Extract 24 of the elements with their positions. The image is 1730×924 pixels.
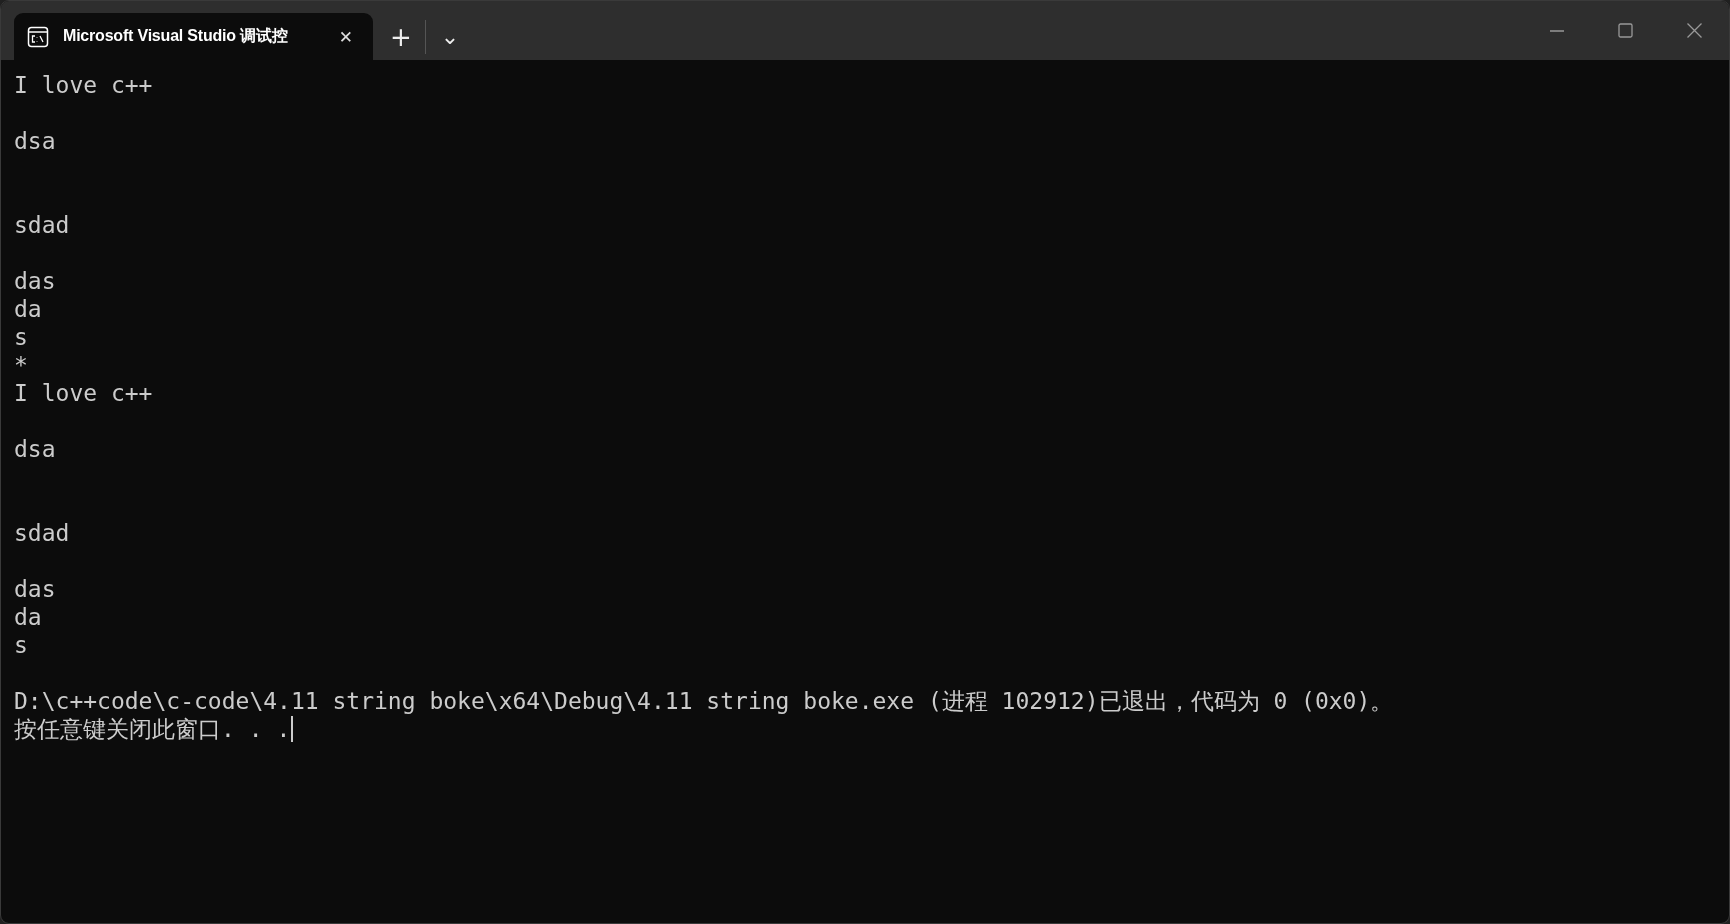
new-tab-button[interactable]: + [377,16,425,57]
console-line: das [14,576,56,602]
close-tab-button[interactable]: ✕ [332,22,359,51]
console-line: s [14,324,28,350]
close-icon [1687,23,1702,38]
console-line: * [14,352,28,378]
console-line: da [14,296,42,322]
console-line: I love c++ [14,72,153,98]
console-line: da [14,604,42,630]
console-line: sdad [14,520,70,546]
console-line: dsa [14,128,56,154]
console-line: I love c++ [14,380,153,406]
console-line: sdad [14,212,70,238]
tab-title: Microsoft Visual Studio 调试控 [63,26,289,46]
tab-dropdown-button[interactable]: ⌄ [426,16,474,57]
console-line: D:\c++code\c-code\4.11 string boke\x64\Debug\4.11 string boke.exe (进程 102912)已退出，代码为 0 (0x0)。 [14,688,1394,714]
terminal-tab[interactable]: Microsoft Visual Studio 调试控 ✕ [14,13,373,60]
console-line: das [14,268,56,294]
minimize-icon [1549,29,1564,32]
maximize-icon [1618,23,1633,38]
console-line: s [14,632,28,658]
console-line: 按任意键关闭此窗口. . . [14,716,291,742]
console-line: dsa [14,436,56,462]
terminal-icon [27,25,49,48]
